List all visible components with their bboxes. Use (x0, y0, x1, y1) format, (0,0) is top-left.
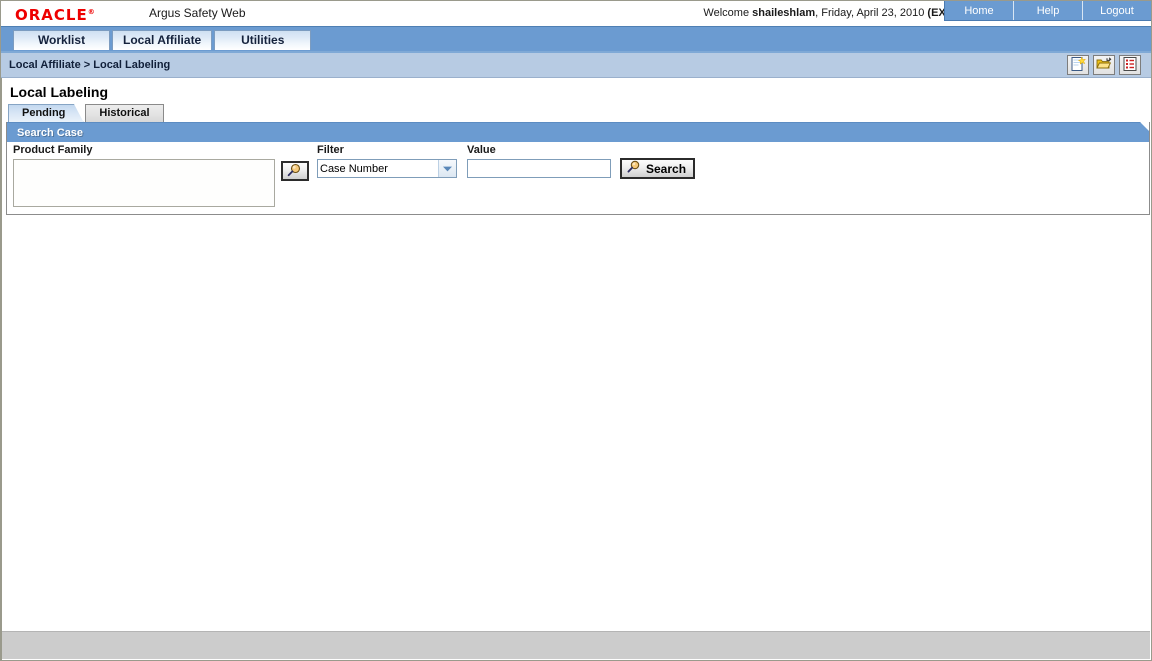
filter-label: Filter (317, 144, 344, 156)
top-header: ORACLE® Argus Safety Web Welcome shailes… (1, 1, 1151, 26)
nav-tab-local-affiliate[interactable]: Local Affiliate (112, 30, 213, 50)
welcome-date: , Friday, April 23, 2010 (815, 7, 928, 19)
search-case-title: Search Case (17, 126, 84, 139)
main-navigation-bar: Worklist Local Affiliate Utilities (1, 26, 1151, 53)
logout-link[interactable]: Logout (1083, 1, 1151, 20)
open-folder-button[interactable] (1093, 55, 1115, 75)
welcome-username: shaileshlam (752, 7, 816, 19)
oracle-logo-registered-mark: ® (87, 8, 95, 16)
nav-tab-utilities[interactable]: Utilities (214, 30, 312, 50)
footer-bar (2, 631, 1150, 659)
list-report-button[interactable] (1119, 55, 1141, 75)
value-label: Value (467, 144, 496, 156)
list-report-icon (1122, 56, 1138, 75)
welcome-prefix: Welcome (703, 7, 753, 19)
results-area (2, 215, 1151, 613)
subtab-historical[interactable]: Historical (85, 104, 164, 122)
new-case-icon (1070, 55, 1087, 75)
magnifier-icon (286, 163, 304, 180)
page-title: Local Labeling (10, 84, 109, 100)
oracle-logo: ORACLE® (15, 4, 95, 24)
search-case-header: Search Case (7, 122, 1149, 142)
filter-select-wrapper: Case Number (317, 159, 457, 178)
help-link[interactable]: Help (1014, 1, 1083, 20)
page-subtabs: Pending Historical (2, 103, 1151, 123)
page-content: Local Labeling Pending Historical Search… (1, 78, 1151, 660)
magnifier-icon (626, 160, 642, 177)
product-family-label: Product Family (13, 144, 93, 156)
argus-safety-web-window: ORACLE® Argus Safety Web Welcome shailes… (0, 0, 1152, 661)
search-case-panel: Search Case Product Family Filter Case N… (6, 122, 1150, 215)
search-case-body: Product Family Filter Case Number Value … (7, 142, 1149, 214)
oracle-logo-text: ORACLE (15, 6, 88, 24)
breadcrumb-toolbar (1067, 55, 1141, 75)
filter-select[interactable]: Case Number (317, 159, 457, 178)
application-title: Argus Safety Web (149, 6, 246, 20)
new-case-button[interactable] (1067, 55, 1089, 75)
search-button[interactable]: Search (620, 158, 696, 179)
value-input[interactable] (467, 159, 611, 178)
breadcrumb: Local Affiliate > Local Labeling (9, 59, 171, 71)
open-folder-icon (1096, 56, 1112, 75)
nav-tab-worklist[interactable]: Worklist (13, 30, 110, 50)
product-family-lookup-button[interactable] (281, 161, 309, 181)
session-links: Home Help Logout (944, 1, 1151, 21)
breadcrumb-bar: Local Affiliate > Local Labeling (1, 53, 1151, 78)
search-button-label: Search (646, 161, 687, 176)
home-link[interactable]: Home (945, 1, 1014, 20)
subtab-pending[interactable]: Pending (8, 104, 85, 123)
product-family-input[interactable] (13, 159, 275, 207)
